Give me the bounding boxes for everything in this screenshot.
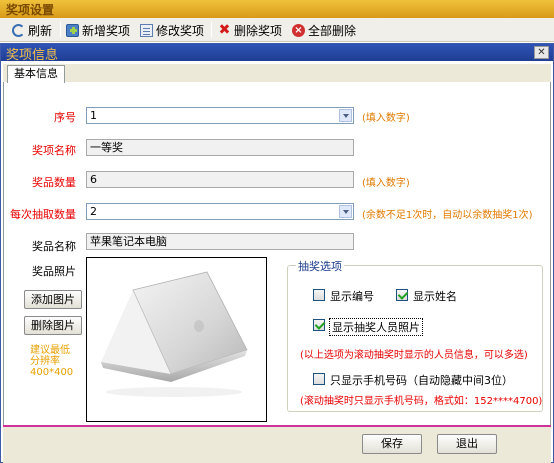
dialog-title: 奖项信息 bbox=[6, 48, 59, 63]
qty-label: 奖品数量 bbox=[32, 176, 76, 189]
delete-all-button[interactable]: × 全部删除 bbox=[292, 22, 356, 39]
delete-photo-button[interactable]: 删除图片 bbox=[24, 316, 82, 335]
seq-select[interactable]: 1 bbox=[86, 107, 354, 124]
refresh-label: 刷新 bbox=[28, 24, 53, 38]
prize-photo bbox=[86, 257, 267, 422]
toolbar-separator bbox=[60, 22, 61, 38]
chevron-down-icon[interactable] bbox=[339, 109, 352, 122]
edit-icon bbox=[140, 24, 153, 37]
show-name-label: 显示姓名 bbox=[413, 290, 457, 303]
chevron-down-icon[interactable] bbox=[339, 205, 352, 218]
delete-prize-label: 删除奖项 bbox=[234, 24, 283, 38]
draw-count-select[interactable]: 2 bbox=[86, 203, 354, 220]
photo-label: 奖品照片 bbox=[32, 265, 76, 278]
tab-strip: 基本信息 bbox=[3, 64, 551, 83]
window-title: 奖项设置 bbox=[6, 3, 55, 17]
resolution-note: 建议最低 分辨率 400*400 bbox=[30, 345, 73, 378]
refresh-button[interactable]: 刷新 bbox=[12, 22, 52, 39]
close-icon[interactable]: ✕ bbox=[534, 46, 549, 59]
exit-button[interactable]: 退出 bbox=[437, 434, 497, 454]
show-number-label: 显示编号 bbox=[330, 290, 374, 303]
window-title-bar: 奖项设置 bbox=[0, 0, 554, 18]
resolution-note-line: 400*400 bbox=[30, 367, 74, 378]
phone-only-label: 只显示手机号码（自动隐藏中间3位） bbox=[330, 374, 513, 387]
prize-item-field[interactable]: 苹果笔记本电脑 bbox=[86, 233, 354, 250]
phone-only-checkbox[interactable] bbox=[313, 373, 325, 385]
prize-name-field[interactable]: 一等奖 bbox=[86, 139, 354, 156]
add-prize-button[interactable]: 新增奖项 bbox=[66, 22, 130, 39]
delete-all-icon: × bbox=[292, 24, 305, 37]
toolbar-separator bbox=[211, 22, 212, 38]
options-note: (以上选项为滚动抽奖时显示的人员信息，可以多选) bbox=[300, 350, 528, 361]
delete-all-label: 全部删除 bbox=[308, 24, 357, 38]
dialog-title-bar: 奖项信息 ✕ bbox=[1, 44, 553, 63]
edit-prize-button[interactable]: 修改奖项 bbox=[140, 22, 204, 39]
quantity-field[interactable]: 6 bbox=[86, 171, 354, 188]
resolution-note-line: 分辨率 bbox=[30, 356, 60, 367]
prize-item-label: 奖品名称 bbox=[32, 240, 76, 253]
seq-hint: (填入数字) bbox=[362, 113, 410, 124]
resolution-note-line: 建议最低 bbox=[30, 345, 70, 356]
edit-prize-label: 修改奖项 bbox=[156, 24, 205, 38]
delete-x-icon: ✖ bbox=[218, 22, 231, 38]
show-photo-label: 显示抽奖人员照片 bbox=[329, 318, 423, 336]
tab-basic-info[interactable]: 基本信息 bbox=[7, 65, 65, 83]
delete-prize-button[interactable]: ✖ 删除奖项 bbox=[218, 22, 282, 39]
show-name-checkbox[interactable] bbox=[396, 289, 408, 301]
refresh-icon bbox=[12, 24, 25, 37]
draw-count-label: 每次抽取数量 bbox=[10, 208, 76, 221]
show-photo-checkbox[interactable] bbox=[313, 319, 325, 331]
phone-note: (滚动抽奖时只显示手机号码，格式如：152****4700) bbox=[300, 396, 543, 407]
seq-label: 序号 bbox=[54, 111, 76, 124]
draw-count-hint: (余数不足1次时，自动以余数抽奖1次) bbox=[362, 210, 533, 221]
add-photo-button[interactable]: 添加图片 bbox=[24, 290, 82, 309]
laptop-image bbox=[101, 271, 248, 397]
add-prize-label: 新增奖项 bbox=[82, 24, 131, 38]
add-icon bbox=[66, 24, 79, 37]
save-button[interactable]: 保存 bbox=[362, 434, 422, 454]
show-number-checkbox[interactable] bbox=[313, 289, 325, 301]
qty-hint: (填入数字) bbox=[362, 178, 410, 189]
draw-options-legend: 抽奖选项 bbox=[296, 258, 344, 274]
draw-count-value: 2 bbox=[90, 205, 97, 218]
name-label: 奖项名称 bbox=[32, 144, 76, 157]
toolbar: 刷新 新增奖项 修改奖项 ✖ 删除奖项 × 全部删除 bbox=[0, 18, 554, 42]
seq-value: 1 bbox=[90, 109, 97, 122]
